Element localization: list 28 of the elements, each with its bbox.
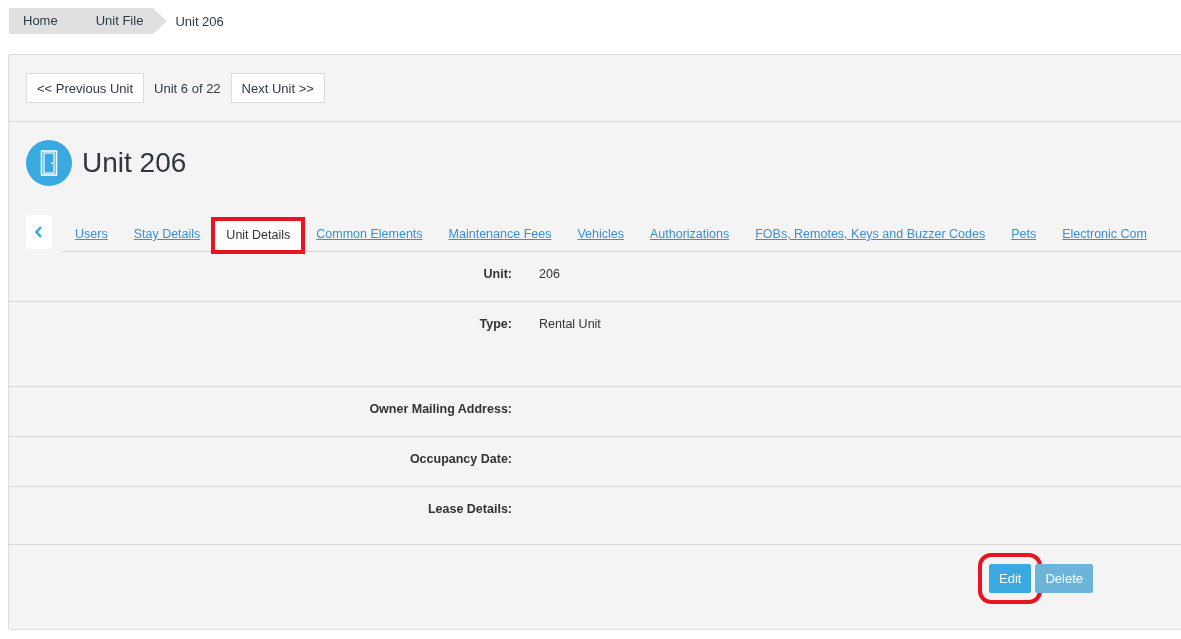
tab[interactable]: Pets: [998, 227, 1050, 251]
edit-button[interactable]: Edit: [989, 564, 1032, 593]
tab[interactable]: Maintenance Fees: [435, 227, 565, 251]
field-label: Lease Details:: [426, 502, 512, 518]
delete-button[interactable]: Delete: [1035, 564, 1093, 593]
breadcrumb-link[interactable]: Home: [9, 8, 68, 34]
tab[interactable]: Unit Details: [213, 219, 304, 252]
scroll-left-button[interactable]: [26, 215, 52, 249]
tab[interactable]: Authorizations: [637, 227, 743, 251]
tab[interactable]: Common Elements: [303, 227, 436, 251]
field-label: Occupancy Date:: [408, 452, 512, 468]
tab[interactable]: Users: [62, 227, 121, 251]
unit-position: Unit 6 of 22: [154, 80, 221, 96]
chevron-left-icon: [34, 226, 44, 238]
tab[interactable]: Vehicles: [564, 227, 637, 251]
field-label: Type:: [478, 317, 512, 333]
tab[interactable]: Electronic Com: [1049, 227, 1160, 251]
previous-unit-button[interactable]: << Previous Unit: [26, 73, 145, 103]
field-value: Rental Unit: [539, 317, 601, 333]
breadcrumb-current: Unit 206: [174, 13, 224, 29]
tab[interactable]: Stay Details: [120, 227, 214, 251]
field-label: Owner Mailing Address:: [368, 402, 512, 418]
next-unit-button[interactable]: Next Unit >>: [230, 73, 325, 103]
tab[interactable]: FOBs, Remotes, Keys and Buzzer Codes: [742, 227, 999, 251]
field-value: 206: [539, 267, 560, 283]
field-label: Unit:: [482, 267, 512, 283]
unit-title: Unit 206: [82, 147, 187, 179]
door-icon: [26, 140, 72, 186]
